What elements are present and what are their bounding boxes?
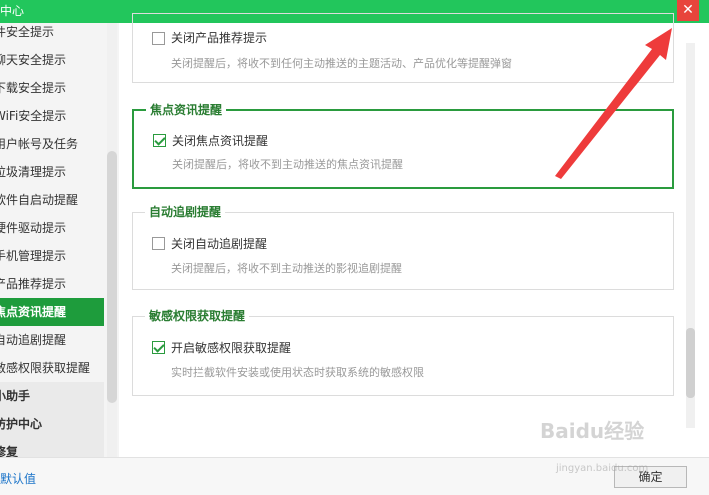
watermark-url: jingyan.baidu.com [556, 463, 649, 474]
watermark-logo: Baidu经验 [540, 419, 645, 443]
arrow-shape [555, 28, 672, 179]
